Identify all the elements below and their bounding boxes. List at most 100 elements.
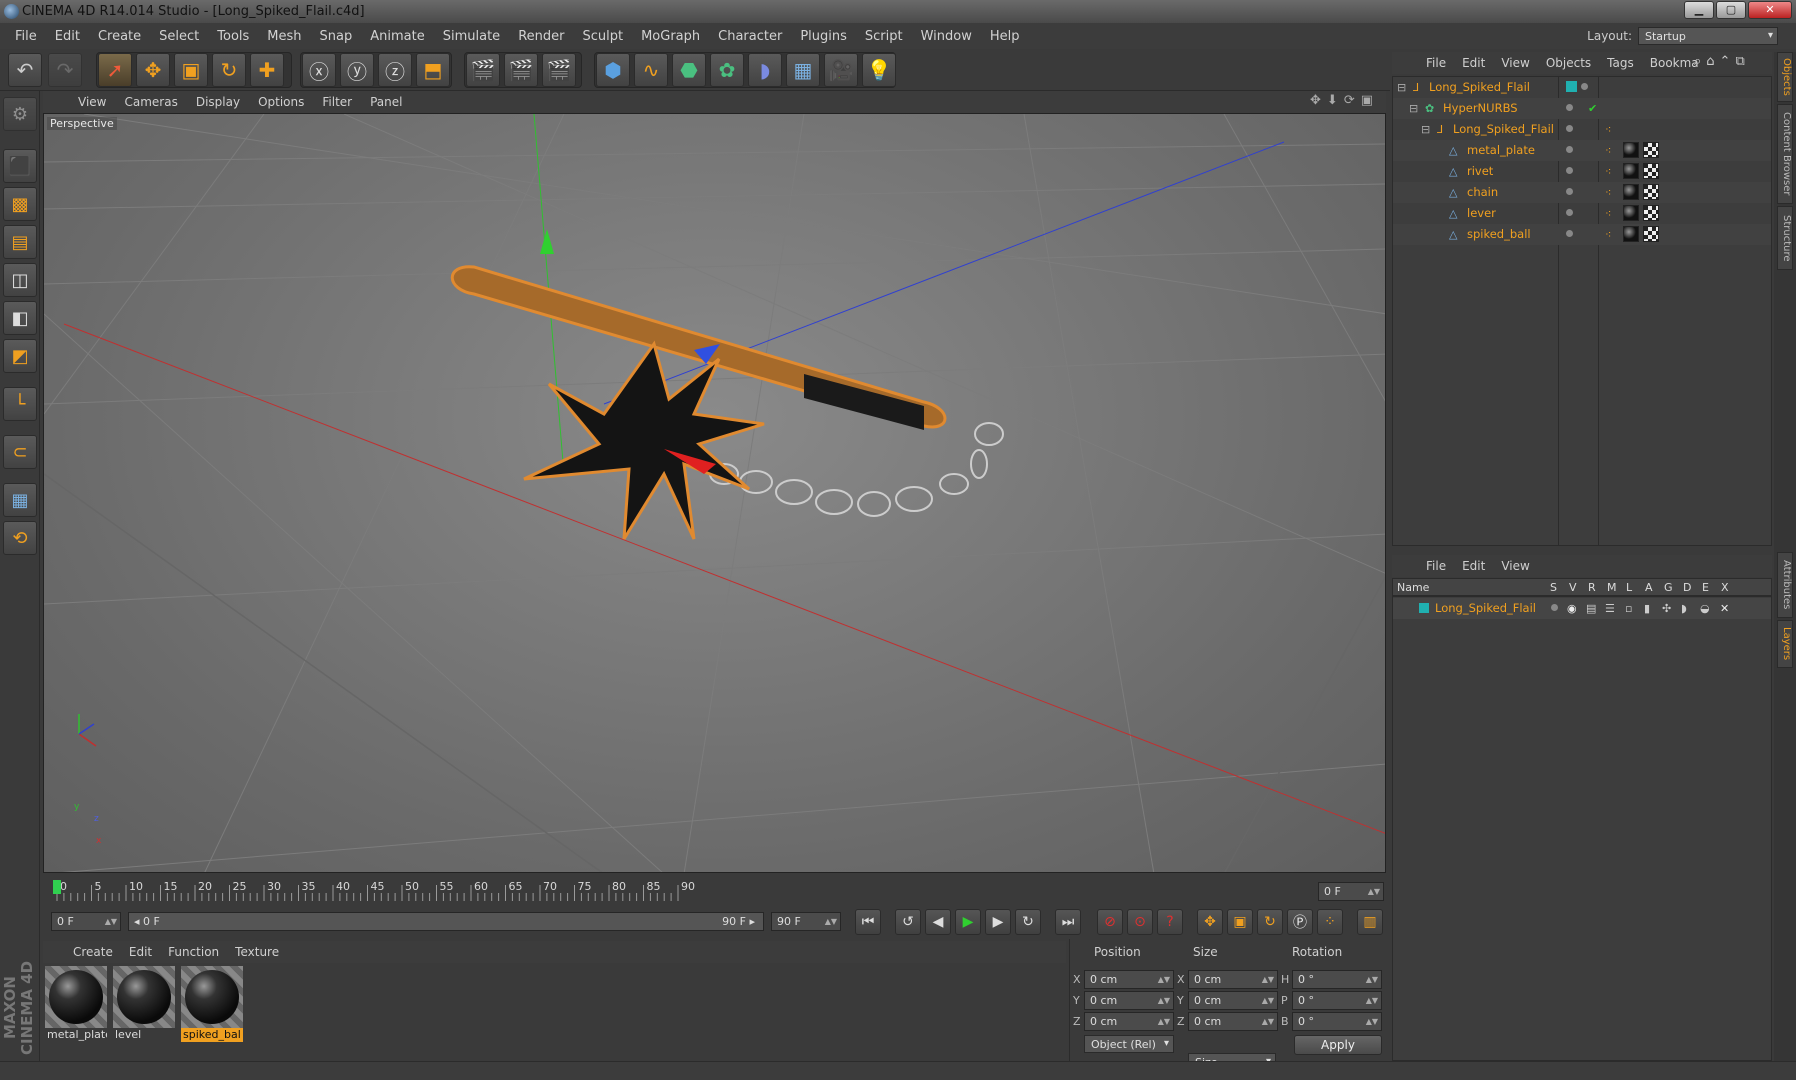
render-settings-button[interactable]: 🎬 xyxy=(542,53,576,87)
material-tag[interactable] xyxy=(1623,163,1639,179)
play-button[interactable]: ▶ xyxy=(955,909,981,935)
live-selection-button[interactable]: ➚ xyxy=(98,53,132,87)
close-button[interactable]: ✕ xyxy=(1748,1,1792,19)
workplane-mode-button[interactable]: ▤ xyxy=(3,225,37,259)
dolly-icon[interactable]: ⬇ xyxy=(1327,93,1338,108)
position-y-field[interactable]: 0 cm ▲▼ xyxy=(1084,991,1174,1010)
menu-window[interactable]: Window xyxy=(912,29,981,44)
uvw-tag[interactable] xyxy=(1643,142,1659,158)
add-light-button[interactable]: 💡 xyxy=(862,53,896,87)
material-swatch[interactable]: metal_plate xyxy=(45,966,107,1042)
phong-tag-icon[interactable]: ⁖ xyxy=(1605,186,1611,199)
collapse-icon[interactable]: ⊟ xyxy=(1409,102,1418,115)
layer-color-swatch[interactable] xyxy=(1419,603,1429,613)
polygons-mode-button[interactable]: ◩ xyxy=(3,339,37,373)
expression-icon[interactable]: ◒ xyxy=(1700,602,1710,615)
visibility-dot[interactable] xyxy=(1566,209,1573,216)
object-row[interactable]: △ spiked_ball ⁖ xyxy=(1393,224,1771,245)
start-frame-field[interactable]: 0 F ▲▼ xyxy=(51,912,121,931)
render-picture-viewer-button[interactable]: 🎬 xyxy=(504,53,538,87)
tab-layers[interactable]: Layers xyxy=(1777,620,1793,668)
objects-menu-view[interactable]: View xyxy=(1493,56,1537,70)
material-menu-edit[interactable]: Edit xyxy=(121,945,160,959)
material-swatch-selected[interactable]: spiked_bal xyxy=(181,966,243,1042)
objects-menu-tags[interactable]: Tags xyxy=(1599,56,1642,70)
viewport-menu-panel[interactable]: Panel xyxy=(361,95,411,109)
maximize-button[interactable]: ▢ xyxy=(1716,1,1746,19)
rotation-p-field[interactable]: 0 ° ▲▼ xyxy=(1292,991,1382,1010)
next-frame-button[interactable]: ▶ xyxy=(985,909,1011,935)
record-keys-button[interactable]: ⊘ xyxy=(1097,909,1123,935)
object-row[interactable]: ⊟ ⅃ Long_Spiked_Flail xyxy=(1393,77,1771,98)
objects-menu-objects[interactable]: Objects xyxy=(1538,56,1599,70)
menu-mesh[interactable]: Mesh xyxy=(258,29,310,44)
autokey-button[interactable]: ⊙ xyxy=(1127,909,1153,935)
texture-mode-button[interactable]: ▩ xyxy=(3,187,37,221)
preview-range-slider[interactable]: ◂ 0 F 90 F ▸ xyxy=(128,912,764,931)
render-icon[interactable]: ▤ xyxy=(1586,602,1596,615)
manager-icon[interactable]: ☰ xyxy=(1605,602,1615,615)
rotate-tool-button[interactable]: ↻ xyxy=(212,53,246,87)
position-x-field[interactable]: 0 cm ▲▼ xyxy=(1084,970,1174,989)
menu-help[interactable]: Help xyxy=(981,29,1029,44)
redo-button[interactable]: ↷ xyxy=(48,53,82,87)
deformer-icon[interactable]: ◗ xyxy=(1681,602,1687,615)
menu-plugins[interactable]: Plugins xyxy=(791,29,856,44)
visibility-dot[interactable] xyxy=(1566,104,1573,111)
current-frame-field[interactable]: 0 F ▲▼ xyxy=(1318,882,1384,901)
key-rotation-button[interactable]: ↻ xyxy=(1257,909,1283,935)
prev-frame-button[interactable]: ◀ xyxy=(925,909,951,935)
scale-tool-button[interactable]: ▣ xyxy=(174,53,208,87)
apply-button[interactable]: Apply xyxy=(1294,1035,1382,1055)
key-parameter-button[interactable]: Ⓟ xyxy=(1287,909,1313,935)
menu-render[interactable]: Render xyxy=(509,29,573,44)
eye-icon[interactable]: ◉ xyxy=(1567,602,1577,615)
tab-objects[interactable]: Objects xyxy=(1777,52,1793,102)
phong-tag-icon[interactable]: ⁖ xyxy=(1605,123,1611,136)
add-spline-button[interactable]: ∿ xyxy=(634,53,668,87)
menu-select[interactable]: Select xyxy=(150,29,208,44)
phong-tag-icon[interactable]: ⁖ xyxy=(1605,144,1611,157)
object-row[interactable]: ⊟ ⅃ Long_Spiked_Flail ⁖ xyxy=(1393,119,1771,140)
uvw-tag[interactable] xyxy=(1643,163,1659,179)
layout-dropdown[interactable]: Startup xyxy=(1638,27,1778,45)
menu-mograph[interactable]: MoGraph xyxy=(632,29,709,44)
viewport-menu-filter[interactable]: Filter xyxy=(313,95,361,109)
enabled-check-icon[interactable]: ✔ xyxy=(1588,102,1597,115)
move-tool-button[interactable]: ✥ xyxy=(136,53,170,87)
search-icon[interactable]: ⌕ xyxy=(1694,54,1701,69)
xref-icon[interactable]: ✕ xyxy=(1720,602,1729,615)
rotation-h-field[interactable]: 0 ° ▲▼ xyxy=(1292,970,1382,989)
rotation-b-field[interactable]: 0 ° ▲▼ xyxy=(1292,1012,1382,1031)
material-tag[interactable] xyxy=(1623,142,1639,158)
phong-tag-icon[interactable]: ⁖ xyxy=(1605,165,1611,178)
collapse-icon[interactable]: ⊟ xyxy=(1397,81,1406,94)
last-tool-button[interactable]: ✚ xyxy=(250,53,284,87)
material-menu-function[interactable]: Function xyxy=(160,945,227,959)
viewport-menu-display[interactable]: Display xyxy=(187,95,249,109)
animation-icon[interactable]: ▮ xyxy=(1644,602,1650,615)
make-editable-button[interactable]: ⚙ xyxy=(3,97,37,131)
tab-structure[interactable]: Structure xyxy=(1777,206,1793,270)
visibility-dot[interactable] xyxy=(1566,230,1573,237)
next-keyframe-button[interactable]: ↻ xyxy=(1015,909,1041,935)
add-nurbs-button[interactable]: ⬣ xyxy=(672,53,706,87)
layers-menu-file[interactable]: File xyxy=(1418,559,1454,573)
visibility-dot[interactable] xyxy=(1566,146,1573,153)
objects-menu-edit[interactable]: Edit xyxy=(1454,56,1493,70)
size-y-field[interactable]: 0 cm ▲▼ xyxy=(1188,991,1278,1010)
arrow-up-icon[interactable]: ⌃ xyxy=(1720,54,1731,69)
goto-end-button[interactable]: ⏭ xyxy=(1055,909,1081,935)
phong-tag-icon[interactable]: ⁖ xyxy=(1605,207,1611,220)
model-mode-button[interactable]: ⬛ xyxy=(3,149,37,183)
coordinate-system-button[interactable]: ⬒ xyxy=(416,53,450,87)
visibility-dot[interactable] xyxy=(1566,125,1573,132)
maximize-view-icon[interactable]: ▣ xyxy=(1361,93,1373,108)
undo-button[interactable]: ↶ xyxy=(8,53,42,87)
points-mode-button[interactable]: ◫ xyxy=(3,263,37,297)
edges-mode-button[interactable]: ◧ xyxy=(3,301,37,335)
key-scale-button[interactable]: ▣ xyxy=(1227,909,1253,935)
object-row[interactable]: △ lever ⁖ xyxy=(1393,203,1771,224)
minimize-button[interactable]: ▁ xyxy=(1684,1,1714,19)
perspective-viewport[interactable] xyxy=(43,113,1386,873)
